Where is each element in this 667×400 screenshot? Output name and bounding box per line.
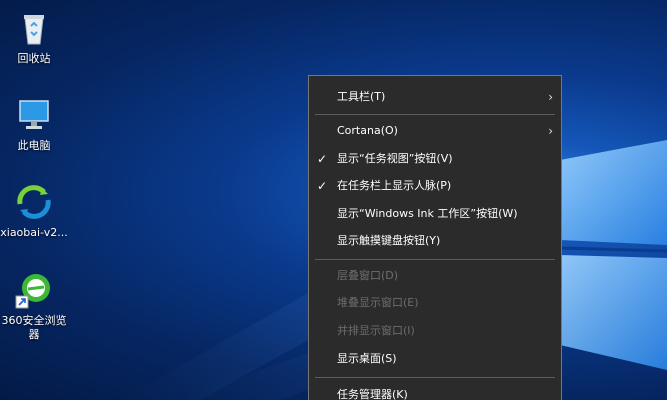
menu-item-label: 并排显示窗口(I)	[337, 324, 415, 337]
checkmark-icon: ✓	[317, 179, 328, 193]
desktop-icon-360-browser[interactable]: 360安全浏览器	[0, 270, 68, 342]
menu-item-label: 显示“任务视图”按钮(V)	[337, 152, 453, 165]
desktop-icon-label: 360安全浏览器	[1, 314, 67, 341]
desktop-icon-recycle-bin[interactable]: 回收站	[0, 8, 68, 66]
menu-item-show-desktop[interactable]: 显示桌面(S)	[309, 346, 561, 372]
taskbar-context-menu: 工具栏(T) › Cortana(O) › ✓ 显示“任务视图”按钮(V) ✓ …	[308, 75, 562, 400]
menu-item-show-task-view-button[interactable]: ✓ 显示“任务视图”按钮(V)	[309, 146, 561, 172]
menu-item-cortana[interactable]: Cortana(O) ›	[309, 118, 561, 144]
chevron-right-icon: ›	[548, 90, 553, 104]
chevron-right-icon: ›	[548, 124, 553, 138]
desktop-icon-xiaobai[interactable]: xiaobai-v2...	[0, 182, 68, 240]
menu-item-label: 层叠窗口(D)	[337, 269, 399, 282]
menu-item-label: 堆叠显示窗口(E)	[337, 296, 419, 309]
menu-item-label: 显示“Windows Ink 工作区”按钮(W)	[337, 207, 518, 220]
desktop-icon-this-pc[interactable]: 此电脑	[0, 95, 68, 153]
desktop[interactable]: 回收站 此电脑 xiaobai-v2... 360安全浏览器 工具栏(T) › …	[0, 0, 667, 400]
menu-item-show-people[interactable]: ✓ 在任务栏上显示人脉(P)	[309, 173, 561, 199]
menu-item-stack-windows: 堆叠显示窗口(E)	[309, 290, 561, 316]
desktop-icon-label: 此电脑	[17, 139, 51, 152]
desktop-icon-label: 回收站	[17, 52, 51, 65]
menu-separator	[315, 259, 555, 260]
menu-separator	[315, 377, 555, 378]
menu-item-label: 工具栏(T)	[337, 90, 386, 103]
menu-item-label: 显示桌面(S)	[337, 352, 397, 365]
menu-item-label: 显示触摸键盘按钮(Y)	[337, 234, 441, 247]
computer-icon	[19, 100, 49, 129]
recycle-bin-icon	[24, 15, 44, 45]
menu-separator	[315, 114, 555, 115]
menu-item-toolbars[interactable]: 工具栏(T) ›	[309, 84, 561, 110]
menu-item-label: 在任务栏上显示人脉(P)	[337, 179, 452, 192]
desktop-icon-label: xiaobai-v2...	[0, 226, 68, 239]
menu-item-task-manager[interactable]: 任务管理器(K)	[309, 382, 561, 400]
menu-item-show-touch-keyboard-button[interactable]: 显示触摸键盘按钮(Y)	[309, 228, 561, 254]
menu-item-cascade-windows: 层叠窗口(D)	[309, 263, 561, 289]
xiaobai-app-icon	[17, 185, 51, 219]
menu-item-label: 任务管理器(K)	[337, 388, 408, 400]
menu-item-side-by-side-windows: 并排显示窗口(I)	[309, 318, 561, 344]
menu-item-label: Cortana(O)	[337, 124, 398, 137]
menu-item-show-windows-ink-button[interactable]: 显示“Windows Ink 工作区”按钮(W)	[309, 201, 561, 227]
browser-360-icon	[15, 274, 50, 309]
checkmark-icon: ✓	[317, 152, 328, 166]
